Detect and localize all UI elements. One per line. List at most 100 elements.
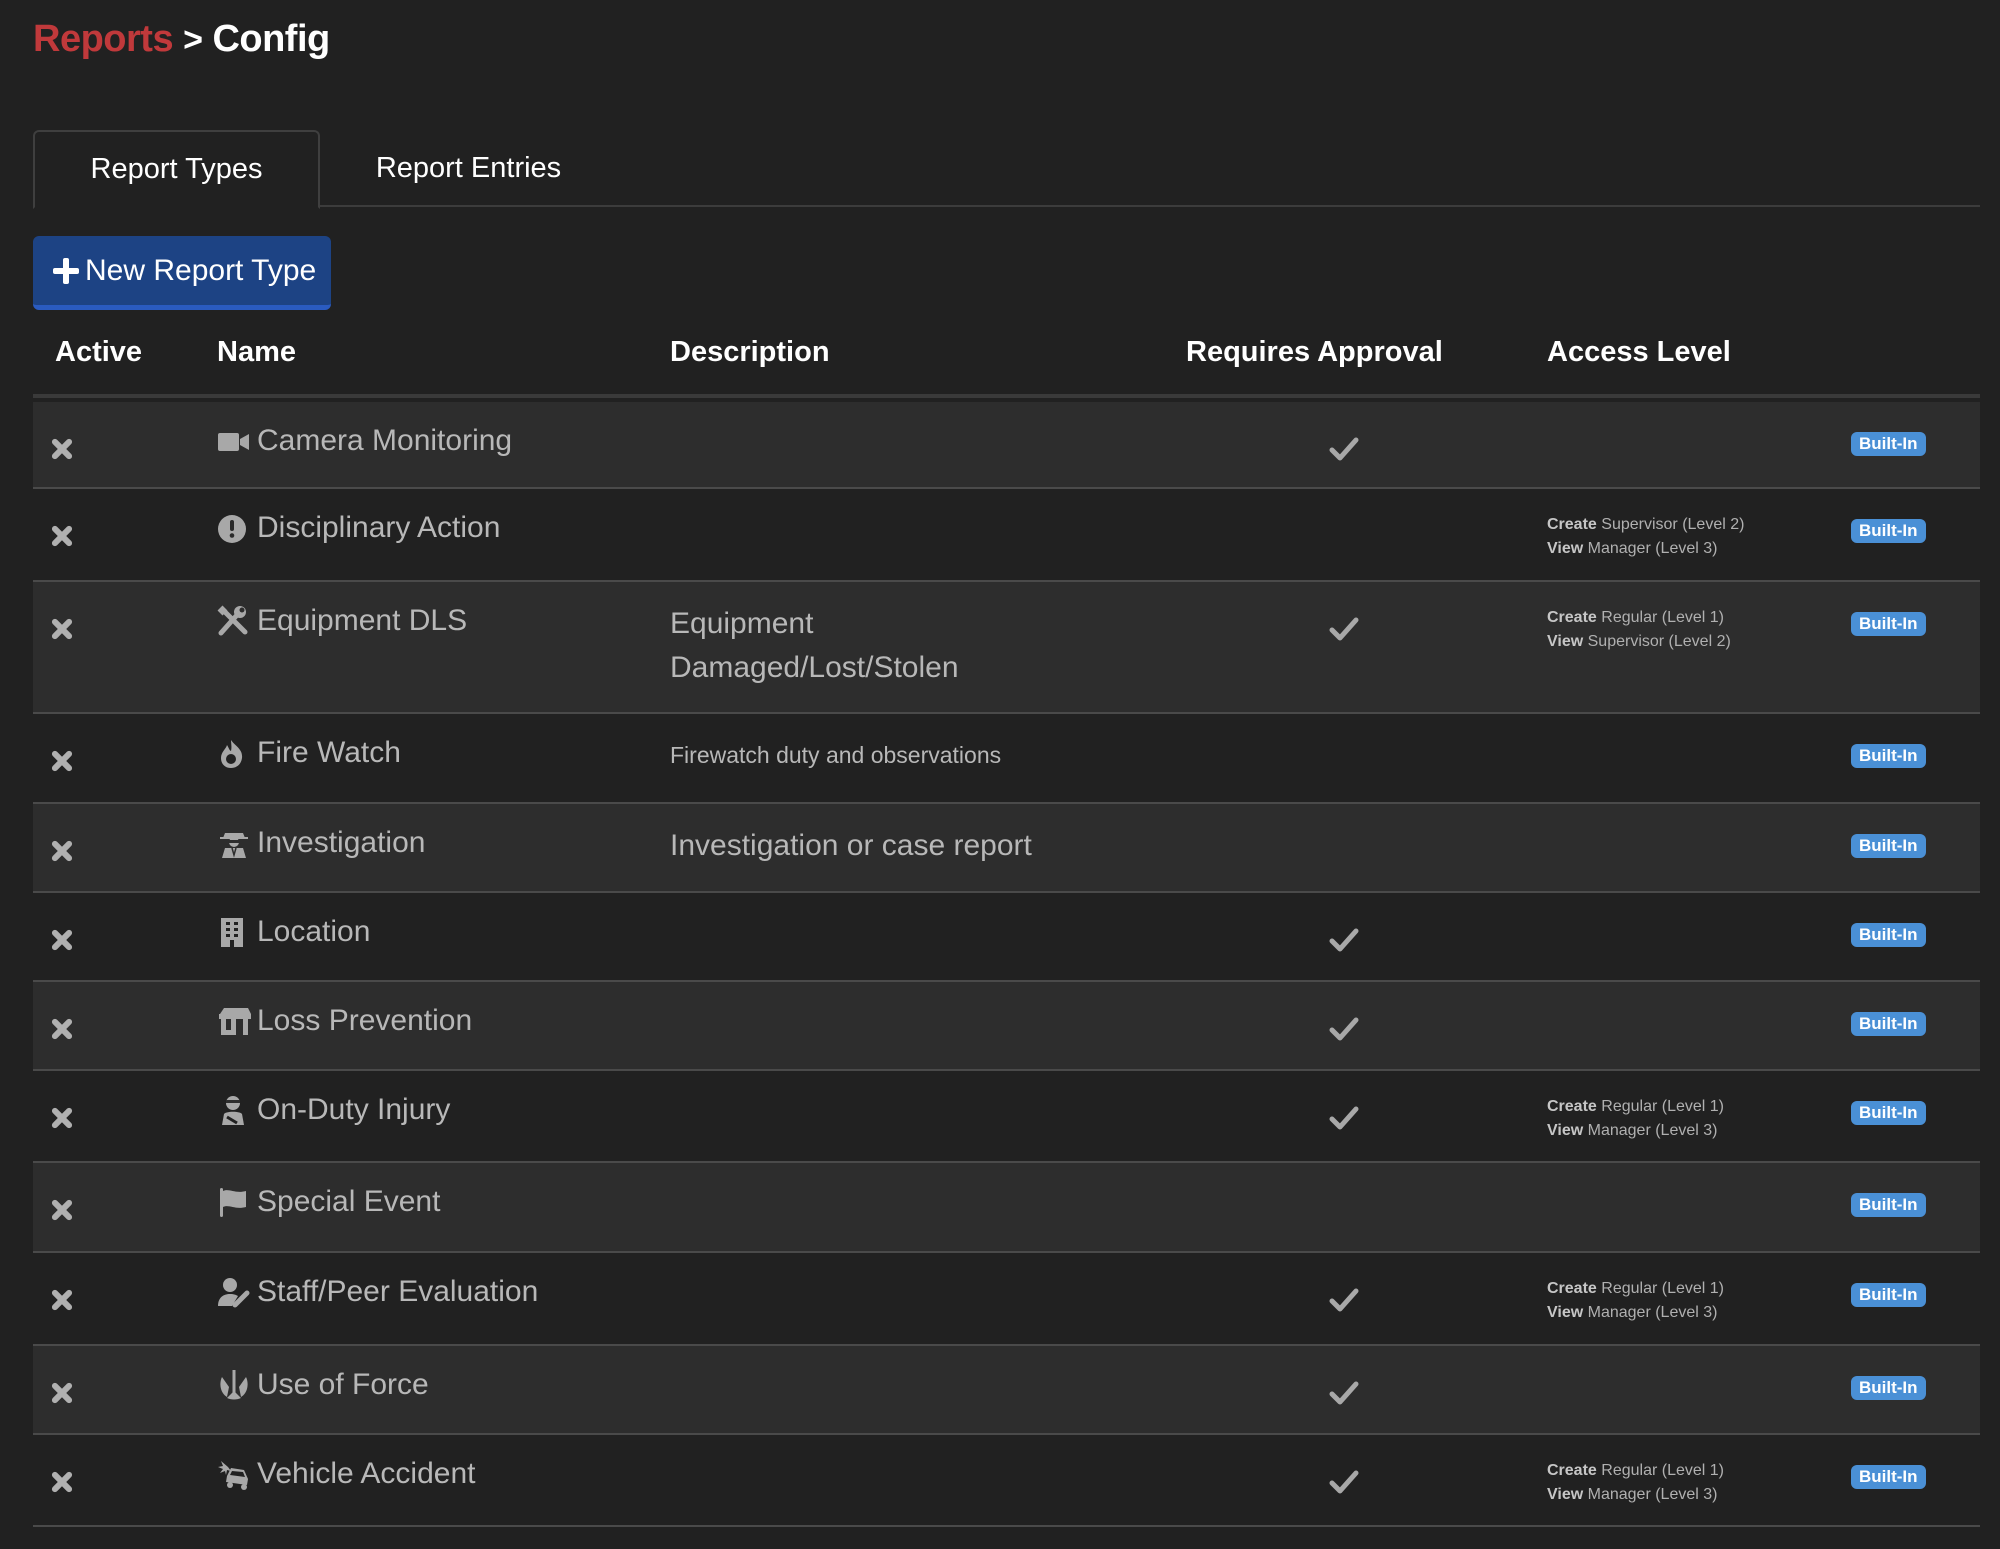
active-toggle[interactable]	[51, 1471, 73, 1493]
active-toggle[interactable]	[51, 438, 73, 460]
breadcrumb-current: Config	[212, 18, 330, 60]
active-toggle[interactable]	[51, 1382, 73, 1404]
column-header-requires-approval[interactable]: Requires Approval	[1186, 336, 1443, 369]
access-view: View Manager (Level 3)	[1547, 1304, 1718, 1321]
check-icon	[1329, 1106, 1359, 1130]
column-header-active[interactable]: Active	[55, 336, 142, 369]
close-icon	[51, 1199, 73, 1221]
active-toggle[interactable]	[51, 618, 73, 640]
close-icon	[51, 1382, 73, 1404]
check-icon	[1329, 1288, 1359, 1312]
check-icon	[1329, 437, 1359, 461]
report-type-name-label: Equipment DLS	[257, 604, 468, 637]
built-in-badge: Built-In	[1851, 519, 1926, 543]
injured-person-icon	[217, 1094, 251, 1126]
active-toggle[interactable]	[51, 1018, 73, 1040]
table-row[interactable]: On-Duty Injury Create Regular (Level 1) Vi…	[33, 1071, 1980, 1163]
requires-approval-indicator	[1329, 1105, 1359, 1131]
report-type-name-label: Camera Monitoring	[257, 424, 513, 457]
active-toggle[interactable]	[51, 840, 73, 862]
built-in-badge: Built-In	[1851, 744, 1926, 768]
column-header-description[interactable]: Description	[670, 336, 830, 369]
report-type-name-label: Disciplinary Action	[257, 511, 501, 544]
video-camera-icon	[217, 425, 251, 457]
report-type-name[interactable]: Investigation	[217, 826, 425, 860]
active-toggle[interactable]	[51, 1107, 73, 1129]
report-type-name-label: Use of Force	[257, 1368, 429, 1401]
requires-approval-indicator	[1329, 1287, 1359, 1313]
requires-approval-indicator	[1329, 1016, 1359, 1042]
report-type-name[interactable]: Vehicle Accident	[217, 1457, 475, 1491]
store-icon	[217, 1005, 251, 1037]
check-icon	[1329, 1381, 1359, 1405]
requires-approval-indicator	[1329, 436, 1359, 462]
report-type-name[interactable]: Loss Prevention	[217, 1004, 472, 1038]
report-type-name[interactable]: Equipment DLS	[217, 604, 467, 638]
built-in-badge: Built-In	[1851, 612, 1926, 636]
report-type-name-label: Location	[257, 915, 371, 948]
column-header-name[interactable]: Name	[217, 336, 296, 369]
access-view: View Supervisor (Level 2)	[1547, 633, 1731, 650]
check-icon	[1329, 928, 1359, 952]
built-in-badge: Built-In	[1851, 834, 1926, 858]
access-create: Create Regular (Level 1)	[1547, 1462, 1724, 1479]
report-type-name[interactable]: Disciplinary Action	[217, 511, 500, 545]
access-create: Create Regular (Level 1)	[1547, 609, 1724, 626]
table-row[interactable]: Investigation Investigation or case repor…	[33, 804, 1980, 893]
tab-report-types[interactable]: Report Types	[33, 130, 320, 209]
column-header-access-level[interactable]: Access Level	[1547, 336, 1731, 369]
table-row[interactable]: Use of Force Built-In	[33, 1346, 1980, 1435]
close-icon	[51, 750, 73, 772]
report-type-name[interactable]: Use of Force	[217, 1368, 429, 1402]
new-report-type-label: New Report Type	[85, 253, 317, 287]
plus-icon	[53, 257, 79, 284]
active-toggle[interactable]	[51, 1199, 73, 1221]
table-row[interactable]: Special Event Built-In	[33, 1163, 1980, 1253]
close-icon	[51, 525, 73, 547]
breadcrumb-reports-link[interactable]: Reports	[33, 18, 174, 61]
report-type-name-label: Investigation	[257, 826, 426, 859]
report-type-name-label: On-Duty Injury	[257, 1093, 451, 1126]
report-type-name-label: Staff/Peer Evaluation	[257, 1275, 539, 1308]
active-toggle[interactable]	[51, 1289, 73, 1311]
report-type-name[interactable]: Special Event	[217, 1185, 440, 1219]
table-header: Active Name Description Requires Approva…	[33, 318, 1980, 398]
report-type-name[interactable]: Staff/Peer Evaluation	[217, 1275, 538, 1309]
access-create: Create Supervisor (Level 2)	[1547, 516, 1745, 533]
report-type-name[interactable]: On-Duty Injury	[217, 1093, 450, 1127]
report-type-name-label: Vehicle Accident	[257, 1457, 476, 1490]
table-row[interactable]: Disciplinary Action Create Supervisor (Le…	[33, 489, 1980, 582]
access-level: Create Regular (Level 1) View Manager (Le…	[1547, 1459, 1724, 1507]
table-row[interactable]: Camera Monitoring Built-In	[33, 402, 1980, 489]
table-row[interactable]: Equipment DLS Equipment Damaged/Lost/Stol…	[33, 582, 1980, 714]
flag-icon	[217, 1186, 251, 1218]
new-report-type-button[interactable]: New Report Type	[33, 236, 331, 310]
access-view: View Manager (Level 3)	[1547, 540, 1718, 557]
table-row[interactable]: Vehicle Accident Create Regular (Level 1)…	[33, 1435, 1980, 1527]
table-row[interactable]: Loss Prevention Built-In	[33, 982, 1980, 1071]
report-type-name-label: Special Event	[257, 1185, 441, 1218]
active-toggle[interactable]	[51, 750, 73, 772]
close-icon	[51, 1018, 73, 1040]
report-type-name[interactable]: Fire Watch	[217, 736, 401, 770]
table-row[interactable]: Location Built-In	[33, 893, 1980, 982]
table-row[interactable]: Staff/Peer Evaluation Create Regular (Lev…	[33, 1253, 1980, 1346]
report-type-description: Equipment Damaged/Lost/Stolen	[670, 607, 959, 684]
report-type-name[interactable]: Camera Monitoring	[217, 424, 512, 458]
exclamation-circle-icon	[217, 512, 251, 544]
access-level: Create Regular (Level 1) View Manager (Le…	[1547, 1095, 1724, 1143]
built-in-badge: Built-In	[1851, 1376, 1926, 1400]
car-crash-icon	[217, 1458, 251, 1490]
access-level: Create Supervisor (Level 2) View Manager …	[1547, 513, 1744, 561]
check-icon	[1329, 1017, 1359, 1041]
table-row[interactable]: Fire Watch Firewatch duty and observation…	[33, 714, 1980, 804]
active-toggle[interactable]	[51, 525, 73, 547]
tab-report-entries[interactable]: Report Entries	[320, 130, 617, 207]
access-level: Create Regular (Level 1) View Manager (Le…	[1547, 1277, 1724, 1325]
close-icon	[51, 618, 73, 640]
check-icon	[1329, 617, 1359, 641]
report-type-name[interactable]: Location	[217, 915, 370, 949]
active-toggle[interactable]	[51, 929, 73, 951]
close-icon	[51, 840, 73, 862]
access-create: Create Regular (Level 1)	[1547, 1098, 1724, 1115]
